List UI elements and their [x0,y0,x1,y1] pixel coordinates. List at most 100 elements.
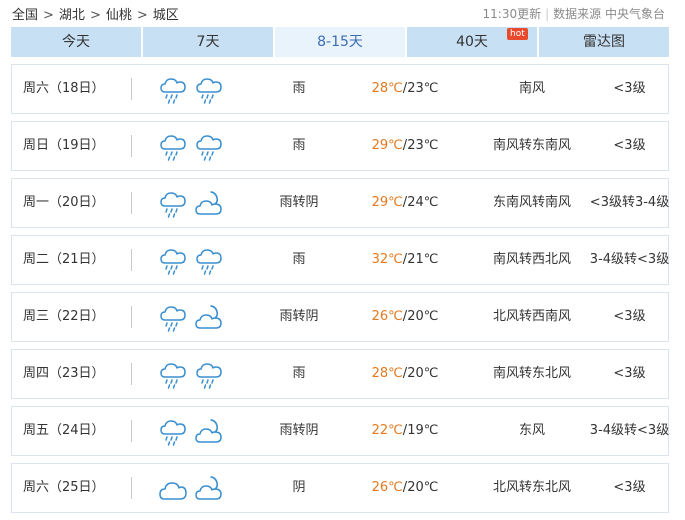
partly-cloudy-night-icon [194,474,224,504]
low-temperature: 20℃ [407,480,439,495]
temperature-range: 32℃/21℃ [357,236,453,284]
rain-cloud-icon [194,246,224,276]
rain-cloud-icon [158,132,188,162]
rain-cloud-icon [158,303,188,333]
weather-description: 雨转阴 [279,423,319,438]
rain-cloud-icon [158,189,188,219]
forecast-date: 周一（20日） [23,195,105,210]
rain-cloud-icon [158,75,188,105]
weather-description: 雨 [292,138,306,153]
source-divider: | [545,7,550,21]
high-temperature: 28℃ [371,81,403,96]
breadcrumb-item-city[interactable]: 仙桃 [106,8,132,23]
row-divider [131,78,132,100]
forecast-date: 周四（23日） [23,366,105,381]
breadcrumb-separator: > [136,8,148,23]
low-temperature: 20℃ [407,309,439,324]
rain-cloud-icon [158,417,188,447]
wind-level: 3-4级转<3级 [589,423,670,438]
high-temperature: 29℃ [371,138,403,153]
weather-icons [158,246,224,276]
forecast-row: 周四（23日） 雨 28℃/20℃ 南风转东北风 <3级 [11,349,669,399]
wind-direction: 北风转西南风 [492,309,571,324]
low-temperature: 23℃ [407,81,439,96]
row-divider [131,477,132,499]
partly-cloudy-night-icon [194,189,224,219]
wind-level: <3级转3-4级 [589,195,670,210]
wind-level: 3-4级转<3级 [589,252,670,267]
weather-description: 雨 [292,366,306,381]
wind-direction: 东风 [518,423,545,438]
low-temperature: 20℃ [407,366,439,381]
wind-direction: 北风转东北风 [492,480,571,495]
wind-level: <3级 [613,309,646,324]
temperature-range: 29℃/23℃ [357,122,453,170]
weather-icons [158,417,224,447]
wind-level: <3级 [613,81,646,96]
tab-8-15-days[interactable]: 8-15天 [275,27,405,57]
high-temperature: 29℃ [371,195,403,210]
weather-description: 阴 [292,480,306,495]
breadcrumb-item-country[interactable]: 全国 [12,8,38,23]
forecast-date: 周二（21日） [23,252,105,267]
low-temperature: 21℃ [407,252,439,267]
breadcrumb: 全国 > 湖北 > 仙桃 > 城区 [12,4,179,23]
forecast-row: 周一（20日） 雨转阴 29℃/24℃ 东南风转南风 <3级转3-4级 [11,178,669,228]
tab-radar[interactable]: 雷达图 [539,27,669,57]
breadcrumb-separator: > [89,8,101,23]
forecast-row: 周三（22日） 雨转阴 26℃/20℃ 北风转西南风 <3级 [11,292,669,342]
forecast-row: 周六（25日） 阴 26℃/20℃ 北风转东北风 <3级 [11,463,669,513]
weather-description: 雨转阴 [279,309,319,324]
rain-cloud-icon [194,360,224,390]
wind-direction: 南风转西北风 [492,252,571,267]
high-temperature: 22℃ [371,423,403,438]
wind-direction: 南风转东北风 [492,366,571,381]
high-temperature: 26℃ [371,480,403,495]
temperature-range: 26℃/20℃ [357,464,453,512]
partly-cloudy-night-icon [194,303,224,333]
row-divider [131,420,132,442]
wind-level: <3级 [613,480,646,495]
forecast-tabs: 今天 7天 8-15天 40天 hot 雷达图 [11,27,669,57]
breadcrumb-item-province[interactable]: 湖北 [59,8,85,23]
forecast-list: 周六（18日）雨 28℃/23℃ 南风 <3级 周日（19日）雨 29℃/23℃ 南风转东南… [11,64,669,520]
top-bar: 全国 > 湖北 > 仙桃 > 城区 11:30更新 | 数据来源 中央气象台 [0,0,685,26]
weather-icons [158,75,224,105]
temperature-range: 29℃/24℃ [357,179,453,227]
forecast-date: 周日（19日） [23,138,105,153]
cloud-icon [158,474,188,504]
rain-cloud-icon [158,246,188,276]
weather-icons [158,189,224,219]
temperature-range: 28℃/23℃ [357,65,453,113]
forecast-row: 周六（18日） 雨 28℃/23℃ 南风 <3级 [11,64,669,114]
row-divider [131,306,132,328]
tab-today[interactable]: 今天 [11,27,141,57]
forecast-row: 周二（21日） 雨 32℃/21℃ 南风转西北风 3-4级转<3级 [11,235,669,285]
low-temperature: 23℃ [407,138,439,153]
temperature-range: 28℃/20℃ [357,350,453,398]
weather-description: 雨 [292,252,306,267]
update-info: 11:30更新 | 数据来源 中央气象台 [483,5,665,22]
weather-description: 雨转阴 [279,195,319,210]
update-time: 11:30更新 [482,7,542,21]
weather-icons [158,360,224,390]
temperature-range: 26℃/20℃ [357,293,453,341]
breadcrumb-item-district: 城区 [152,8,179,23]
forecast-date: 周三（22日） [23,309,105,324]
forecast-date: 周五（24日） [23,423,105,438]
hot-badge: hot [507,28,528,40]
low-temperature: 19℃ [407,423,439,438]
tab-40-days[interactable]: 40天 hot [407,27,537,57]
row-divider [131,192,132,214]
high-temperature: 32℃ [371,252,403,267]
row-divider [131,135,132,157]
high-temperature: 26℃ [371,309,403,324]
forecast-row: 周日（19日） 雨 29℃/23℃ 南风转东南风 <3级 [11,121,669,171]
partly-cloudy-night-icon [194,417,224,447]
wind-direction: 南风转东南风 [492,138,571,153]
rain-cloud-icon [158,360,188,390]
tab-7-days[interactable]: 7天 [143,27,273,57]
row-divider [131,249,132,271]
weather-description: 雨 [292,81,306,96]
weather-icons [158,132,224,162]
